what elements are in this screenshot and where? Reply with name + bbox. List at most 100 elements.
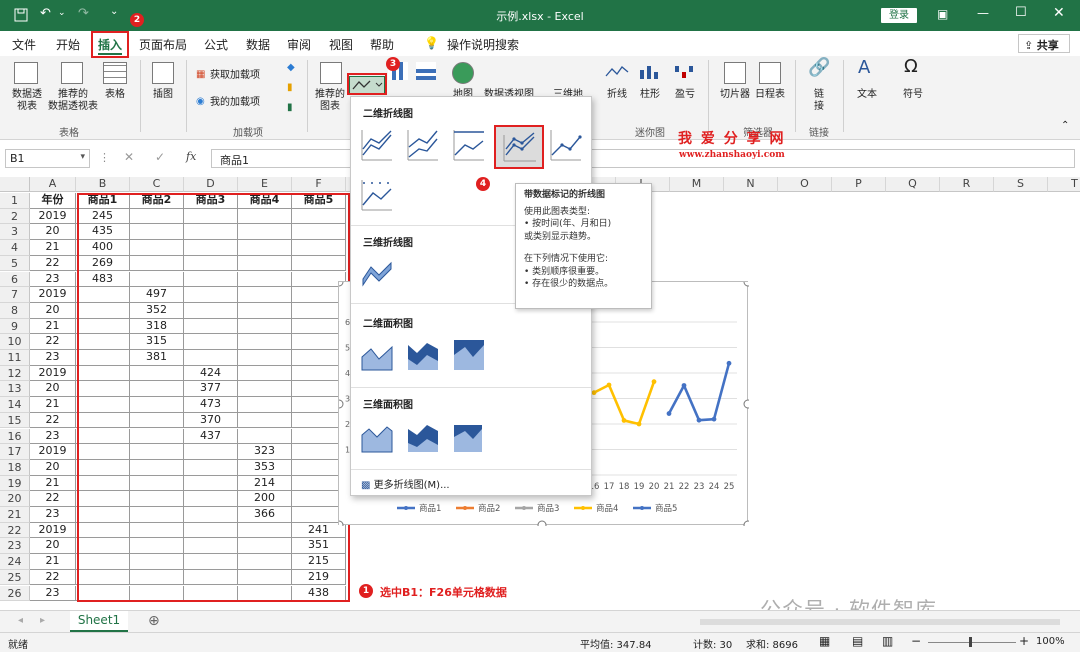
add-sheet-icon[interactable]: ⊕ (148, 613, 160, 629)
table-cell[interactable]: 21 (30, 554, 76, 570)
table-cell[interactable] (130, 538, 184, 555)
column-header-T[interactable]: T (1048, 177, 1080, 192)
tab-view[interactable]: 视图 (329, 36, 353, 53)
table-cell[interactable] (238, 287, 292, 303)
resize-handle[interactable] (334, 520, 344, 530)
table-cell[interactable] (76, 538, 130, 555)
data-point[interactable] (651, 379, 657, 385)
table-cell[interactable]: 21 (30, 240, 76, 256)
table-cell[interactable] (238, 412, 292, 429)
table-cell[interactable] (76, 302, 130, 319)
table-cell[interactable] (238, 224, 292, 241)
row-header[interactable]: 20 (0, 491, 30, 507)
tab-data[interactable]: 数据 (246, 36, 270, 53)
row-header[interactable]: 2 (0, 208, 30, 225)
table-cell[interactable]: 2019 (30, 365, 76, 382)
table-cell[interactable] (76, 522, 130, 539)
header-cell[interactable]: 商品5 (292, 193, 346, 209)
select-all-corner[interactable] (0, 177, 30, 192)
table-cell[interactable]: 22 (30, 255, 76, 272)
table-cell[interactable] (292, 208, 346, 225)
table-cell[interactable] (184, 271, 238, 288)
table-cell[interactable]: 2019 (30, 208, 76, 225)
bing-icon[interactable]: ▮ (287, 82, 293, 94)
row-header[interactable]: 25 (0, 569, 30, 586)
table-cell[interactable]: 20 (30, 538, 76, 555)
table-cell[interactable]: 370 (184, 412, 238, 429)
table-cell[interactable]: 20 (30, 302, 76, 319)
data-point[interactable] (606, 382, 612, 388)
table-cell[interactable]: 315 (130, 334, 184, 350)
table-cell[interactable]: 23 (30, 585, 76, 602)
table-cell[interactable] (130, 569, 184, 586)
100-stacked-area-option[interactable] (451, 337, 487, 373)
row-header[interactable]: 3 (0, 224, 30, 241)
table-cell[interactable]: 483 (76, 271, 130, 288)
recommended-pivot-button[interactable]: 推荐的 数据透视表 (45, 89, 101, 113)
illustrations-button[interactable]: 插图 (146, 89, 180, 101)
table-cell[interactable] (76, 444, 130, 460)
table-cell[interactable]: 497 (130, 287, 184, 303)
stacked-line-markers-option[interactable] (548, 127, 584, 163)
tab-review[interactable]: 审阅 (287, 36, 311, 53)
table-cell[interactable]: 381 (130, 350, 184, 366)
column-header-O[interactable]: O (778, 177, 832, 192)
data-point[interactable] (621, 418, 627, 423)
100-stacked-line-markers-option[interactable] (359, 177, 395, 213)
header-cell[interactable]: 商品3 (184, 193, 238, 209)
row-header[interactable]: 8 (0, 302, 30, 319)
table-cell[interactable] (130, 397, 184, 413)
table-cell[interactable] (238, 397, 292, 413)
table-cell[interactable] (130, 240, 184, 256)
recommended-charts-button[interactable]: 推荐的 图表 (313, 89, 347, 113)
table-cell[interactable]: 214 (238, 475, 292, 492)
table-cell[interactable] (130, 271, 184, 288)
column-header-N[interactable]: N (724, 177, 778, 192)
table-cell[interactable] (76, 475, 130, 492)
prev-sheet-icon[interactable]: ◂ (18, 615, 23, 626)
table-cell[interactable]: 23 (30, 271, 76, 288)
horizontal-scrollbar[interactable] (700, 619, 1060, 625)
table-cell[interactable] (238, 538, 292, 555)
column-header-C[interactable]: C (130, 177, 184, 192)
3d-area-option[interactable] (359, 419, 395, 455)
table-cell[interactable] (130, 585, 184, 602)
header-cell[interactable]: 商品2 (130, 193, 184, 209)
page-break-view-icon[interactable]: ▥ (882, 634, 893, 648)
table-cell[interactable]: 219 (292, 569, 346, 586)
sparkline-line-button[interactable]: 折线 (603, 89, 631, 101)
data-point[interactable] (696, 417, 702, 423)
header-cell[interactable]: 商品4 (238, 193, 292, 209)
table-cell[interactable] (292, 255, 346, 272)
text-button[interactable]: 文本 (851, 89, 883, 101)
table-cell[interactable] (238, 271, 292, 288)
table-cell[interactable]: 377 (184, 381, 238, 398)
minimize-icon[interactable]: — (977, 6, 989, 20)
link-button[interactable]: 链 接 (806, 89, 832, 113)
column-header-M[interactable]: M (670, 177, 724, 192)
table-cell[interactable] (184, 569, 238, 586)
table-cell[interactable]: 20 (30, 224, 76, 241)
table-cell[interactable] (184, 302, 238, 319)
table-cell[interactable] (130, 412, 184, 429)
row-header[interactable]: 12 (0, 365, 30, 382)
sparkline-winloss-button[interactable]: 盈亏 (671, 89, 699, 101)
data-point[interactable] (636, 421, 642, 427)
more-line-charts-item[interactable]: ▩ 更多折线图(M)... (361, 476, 450, 491)
table-cell[interactable]: 318 (130, 318, 184, 335)
zoom-out-icon[interactable]: − (911, 634, 921, 648)
table-cell[interactable] (238, 350, 292, 366)
table-cell[interactable]: 353 (238, 459, 292, 476)
table-cell[interactable] (76, 428, 130, 445)
table-cell[interactable] (76, 569, 130, 586)
table-cell[interactable] (130, 428, 184, 445)
row-header[interactable]: 24 (0, 554, 30, 570)
sheet-tab-sheet1[interactable]: Sheet1 (70, 611, 128, 632)
table-cell[interactable] (238, 208, 292, 225)
maximize-icon[interactable]: ☐ (1015, 5, 1027, 20)
table-cell[interactable]: 23 (30, 350, 76, 366)
column-header-E[interactable]: E (238, 177, 292, 192)
column-header-B[interactable]: B (76, 177, 130, 192)
table-cell[interactable] (76, 318, 130, 335)
my-addins-button[interactable]: 我的加载项 (210, 97, 260, 109)
